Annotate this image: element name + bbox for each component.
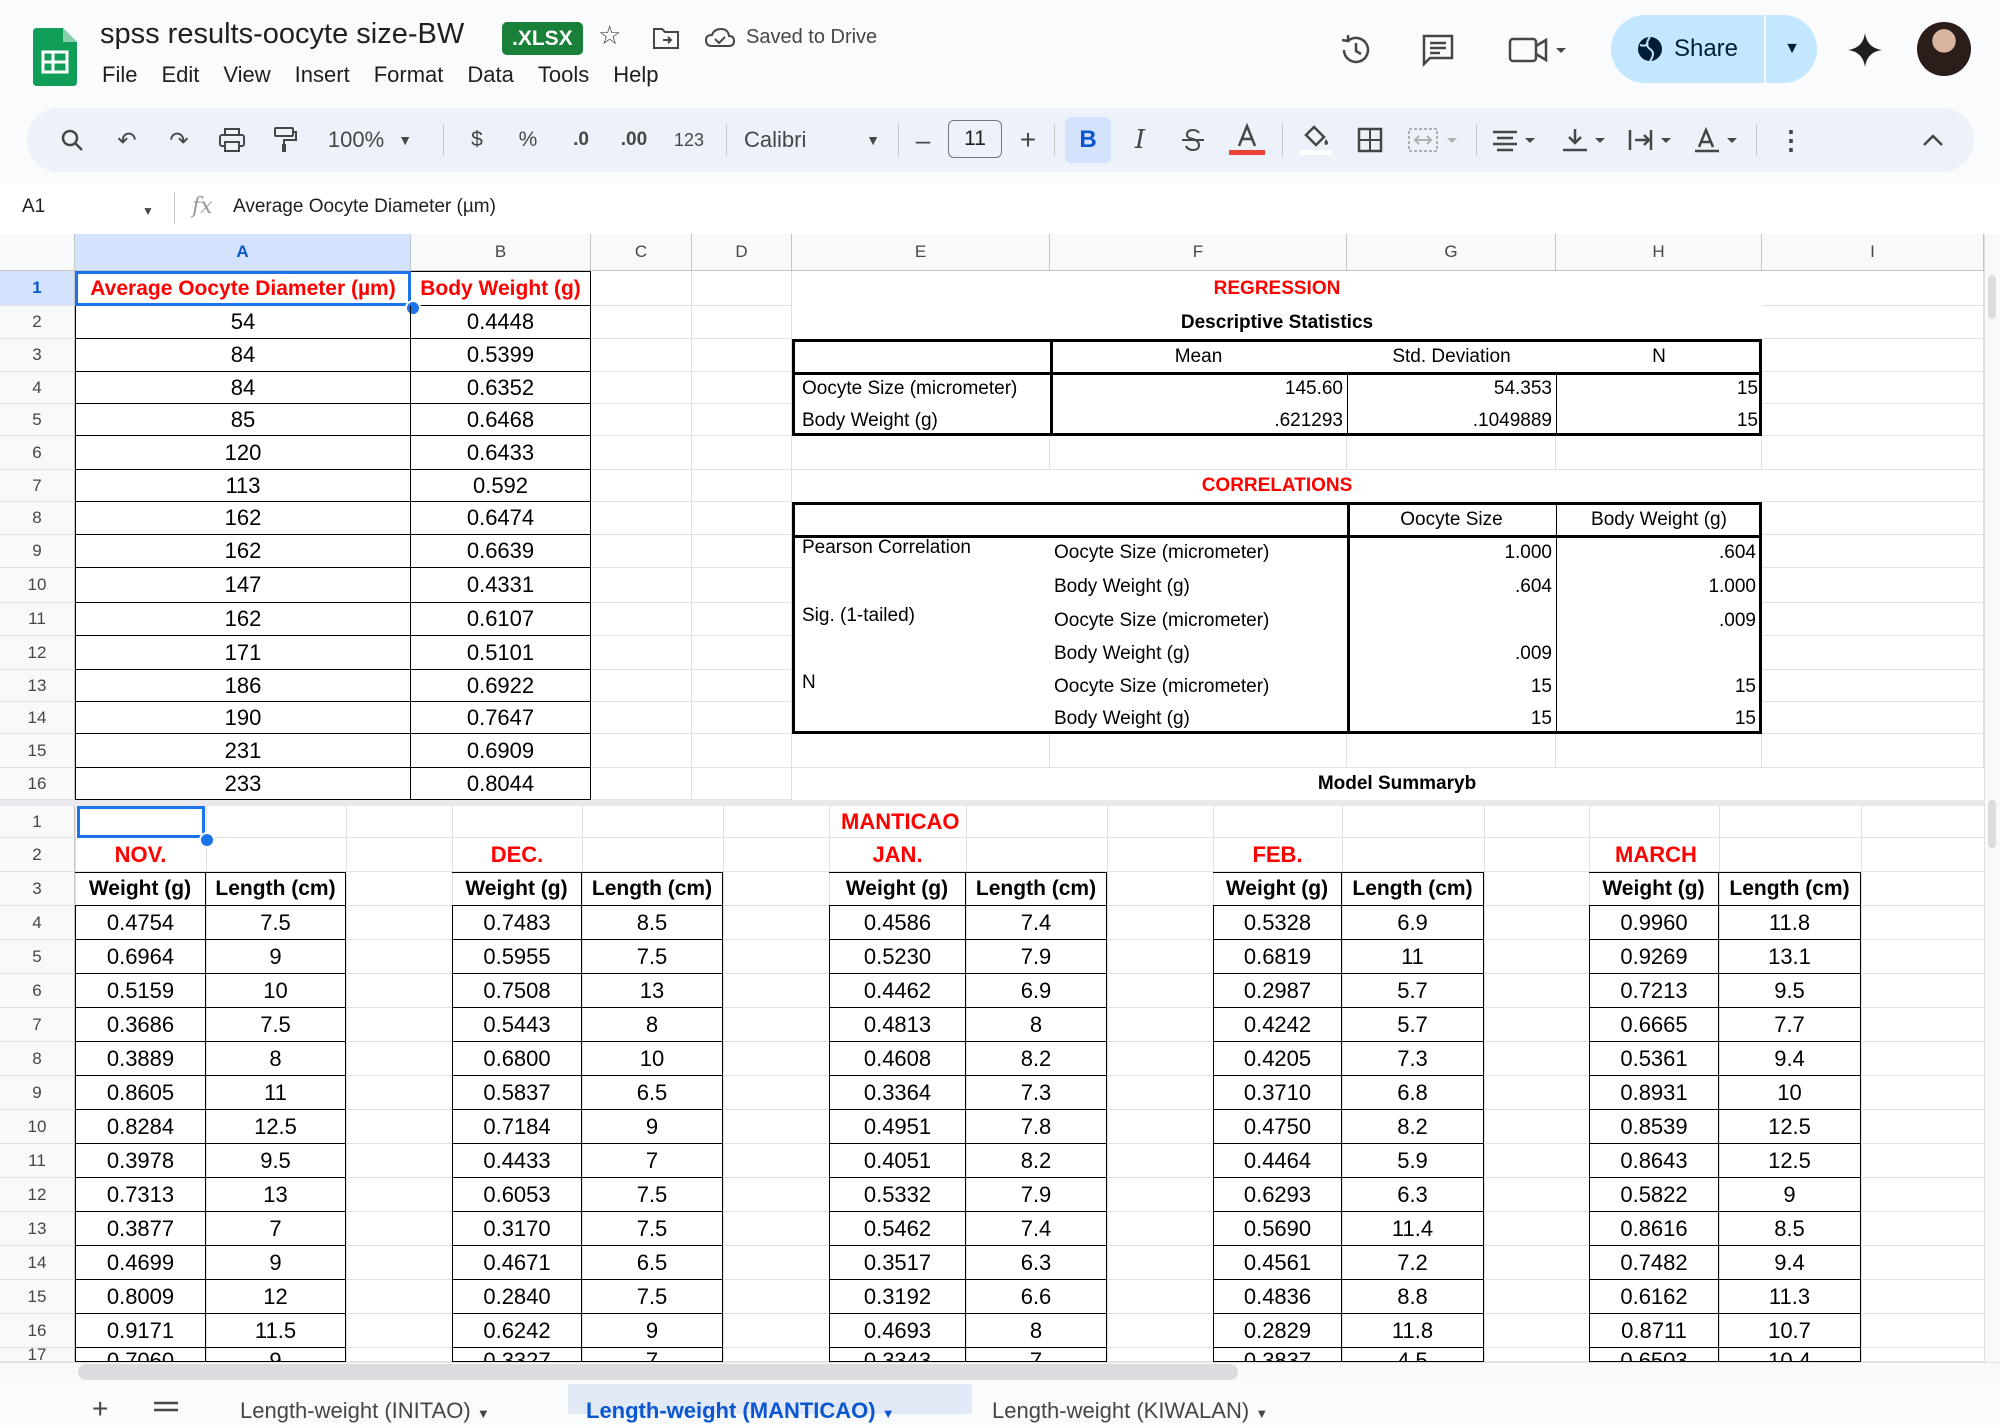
share-label: Share	[1673, 35, 1739, 62]
menu-insert[interactable]: Insert	[295, 62, 350, 88]
save-status: Saved to Drive	[746, 26, 878, 48]
comments-icon[interactable]	[1420, 32, 1456, 73]
strikethrough-icon[interactable]	[1176, 108, 1210, 172]
split-pane-divider[interactable]	[0, 800, 1984, 806]
toolbar-divider	[1282, 124, 1283, 156]
text-wrapping-icon[interactable]	[1626, 108, 1678, 172]
increase-font-size-button[interactable]: +	[1012, 108, 1044, 172]
menu-file[interactable]: File	[102, 62, 137, 88]
undo-icon[interactable]: ↶	[110, 108, 144, 172]
meet-video-icon[interactable]	[1508, 34, 1568, 71]
merge-cells-icon[interactable]	[1406, 108, 1464, 172]
formula-input[interactable]: Average Oocyte Diameter (µm)	[233, 196, 496, 218]
sheets-logo-icon[interactable]	[33, 28, 77, 86]
menu-view[interactable]: View	[223, 62, 270, 88]
zoom-value: 100%	[327, 127, 385, 152]
menu-tools[interactable]: Tools	[538, 62, 589, 88]
gemini-sparkle-icon[interactable]	[1846, 31, 1884, 74]
toolbar-divider	[898, 124, 899, 156]
cloud-saved-icon[interactable]	[704, 26, 736, 55]
menu-format[interactable]: Format	[374, 62, 444, 88]
all-sheets-icon[interactable]	[152, 1400, 180, 1419]
text-rotation-icon[interactable]	[1692, 108, 1744, 172]
spreadsheet-grid	[0, 234, 1984, 1364]
document-title[interactable]: spss results-oocyte size-BW	[100, 18, 464, 51]
toolbar-divider	[1476, 124, 1477, 156]
fx-icon: fx	[192, 194, 213, 219]
sheet-tab-manticao[interactable]: Length-weight (MANTICAO) ▼	[586, 1398, 895, 1424]
decrease-decimal-button[interactable]: .0	[563, 108, 599, 172]
zoom-select[interactable]: 100% ▼	[322, 108, 418, 172]
move-folder-icon[interactable]	[652, 26, 680, 55]
sheet-tab-initao[interactable]: Length-weight (INITAO) ▼	[240, 1398, 490, 1424]
share-button[interactable]: Share	[1611, 15, 1763, 83]
vertical-scroll-thumb-top[interactable]	[1988, 275, 1996, 319]
decrease-font-size-button[interactable]: –	[908, 108, 938, 172]
file-type-badge: .XLSX	[502, 22, 583, 55]
borders-icon[interactable]	[1352, 108, 1388, 172]
menu-edit[interactable]: Edit	[161, 62, 199, 88]
toolbar-divider	[443, 124, 444, 156]
toolbar-divider	[1756, 124, 1757, 156]
star-icon[interactable]: ☆	[598, 20, 621, 51]
vertical-scroll-thumb-bottom[interactable]	[1988, 800, 1996, 848]
percent-format-button[interactable]: %	[512, 108, 544, 172]
sheet-tab-label: Length-weight (MANTICAO)	[586, 1398, 876, 1423]
paint-format-icon[interactable]	[268, 108, 302, 172]
fill-color-icon[interactable]	[1296, 108, 1336, 172]
increase-decimal-button[interactable]: .00	[614, 108, 654, 172]
user-avatar[interactable]	[1917, 22, 1971, 76]
menu-data[interactable]: Data	[467, 62, 513, 88]
search-menus-icon[interactable]	[55, 108, 89, 172]
vertical-align-icon[interactable]	[1560, 108, 1612, 172]
add-sheet-icon[interactable]: +	[92, 1393, 108, 1425]
chevron-down-icon: ▼	[398, 132, 413, 148]
sheet-tab-label: Length-weight (KIWALAN)	[992, 1398, 1250, 1423]
horizontal-align-icon[interactable]	[1490, 108, 1542, 172]
share-divider	[1764, 15, 1766, 83]
toolbar-divider	[726, 124, 727, 156]
collapse-toolbar-icon[interactable]	[1918, 108, 1948, 172]
toolbar-divider	[1054, 124, 1055, 156]
sheet-tab-label: Length-weight (INITAO)	[240, 1398, 471, 1423]
chevron-down-icon[interactable]: ▼	[142, 204, 154, 218]
redo-icon[interactable]: ↷	[162, 108, 196, 172]
text-color-icon[interactable]	[1226, 108, 1268, 172]
print-icon[interactable]	[214, 108, 250, 172]
menu-bar: File Edit View Insert Format Data Tools …	[102, 62, 682, 88]
formula-divider	[174, 192, 175, 224]
sheet-tab-kiwalan[interactable]: Length-weight (KIWALAN) ▼	[992, 1398, 1268, 1424]
version-history-icon[interactable]	[1338, 32, 1374, 73]
font-family-select[interactable]: Calibri ▼	[744, 108, 880, 172]
currency-format-button[interactable]: $	[462, 108, 492, 172]
globe-icon	[1637, 36, 1662, 62]
font-size-input[interactable]: 11	[948, 120, 1002, 158]
bold-button[interactable]: B	[1065, 117, 1111, 163]
name-box[interactable]: A1	[22, 196, 45, 218]
chevron-down-icon: ▼	[866, 132, 880, 148]
italic-button[interactable]: I	[1124, 108, 1156, 172]
font-family-value: Calibri	[744, 127, 807, 152]
horizontal-scroll-thumb[interactable]	[78, 1364, 1238, 1380]
share-dropdown-icon[interactable]: ▼	[1770, 15, 1814, 83]
vertical-scrollbar[interactable]	[1984, 234, 2000, 1364]
menu-help[interactable]: Help	[613, 62, 658, 88]
more-options-icon[interactable]: ⋮	[1776, 108, 1806, 172]
number-format-button[interactable]: 123	[668, 108, 710, 172]
